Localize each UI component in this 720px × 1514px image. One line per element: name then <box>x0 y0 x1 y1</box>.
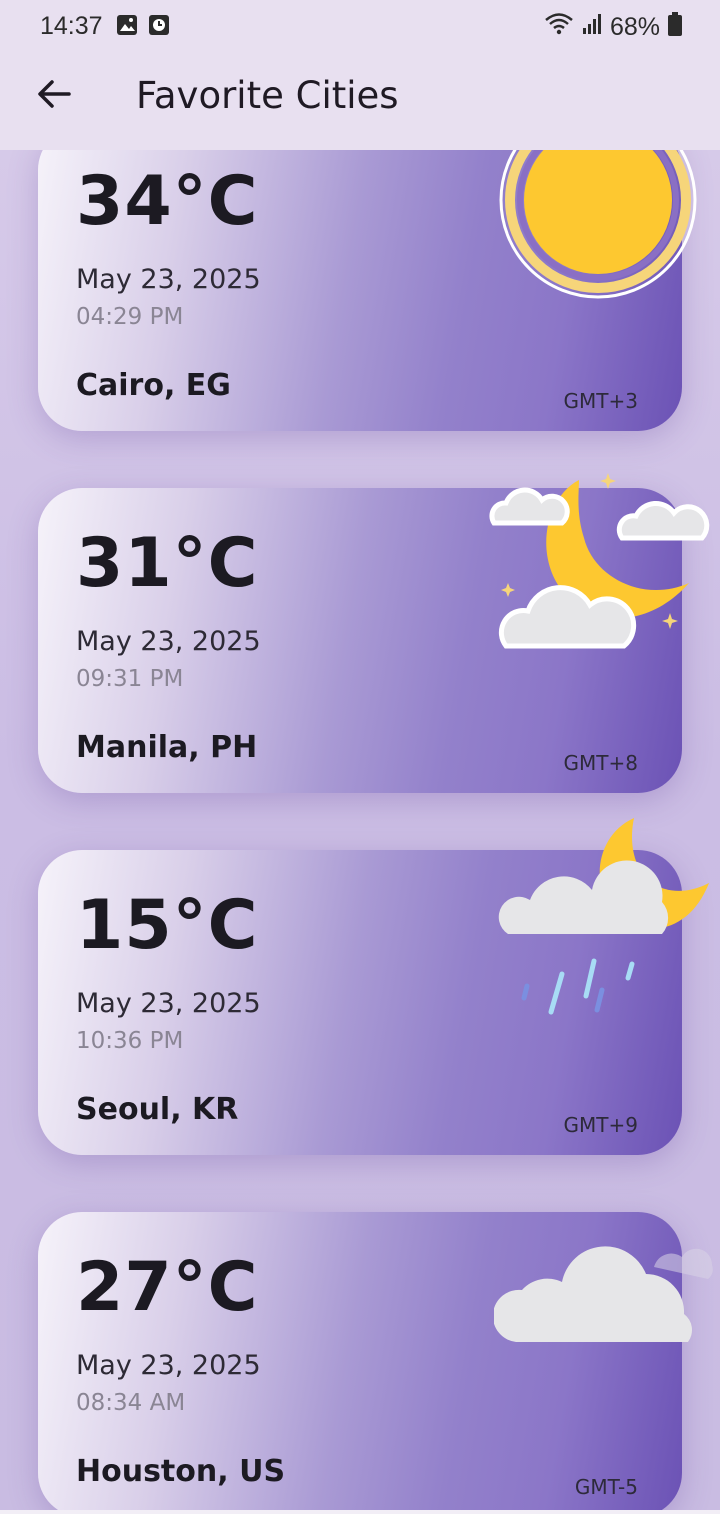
battery-icon <box>668 12 682 43</box>
battery-text: 68% <box>609 13 660 41</box>
city-list[interactable]: 34°C May 23, 2025 04:29 PM Cairo, EG GMT… <box>0 150 720 1514</box>
gmt-offset: GMT+3 <box>563 389 638 413</box>
back-button[interactable] <box>30 72 78 120</box>
moon-clouds-icon <box>484 468 714 678</box>
city-card[interactable]: 15°C May 23, 2025 10:36 PM Seoul, KR GMT… <box>38 818 709 1155</box>
temperature: 27°C <box>76 1248 259 1327</box>
date: May 23, 2025 <box>76 264 261 295</box>
gmt-offset: GMT+8 <box>563 751 638 775</box>
wifi-icon <box>544 12 574 43</box>
local-time: 09:31 PM <box>76 666 184 692</box>
city-name: Cairo, EG <box>76 368 231 403</box>
image-icon <box>116 14 138 41</box>
city-name: Seoul, KR <box>76 1092 239 1127</box>
clock-app-icon <box>148 14 170 41</box>
city-name: Manila, PH <box>76 730 258 765</box>
date: May 23, 2025 <box>76 1350 261 1381</box>
gmt-offset: GMT-5 <box>574 1475 638 1499</box>
local-time: 10:36 PM <box>76 1028 184 1054</box>
city-card[interactable]: 34°C May 23, 2025 04:29 PM Cairo, EG GMT… <box>38 150 697 431</box>
city-card[interactable]: 31°C May 23, 2025 09:31 PM Manila, PH GM… <box>38 473 710 793</box>
local-time: 04:29 PM <box>76 304 184 330</box>
gmt-offset: GMT+9 <box>563 1113 638 1137</box>
arrow-left-icon <box>37 79 71 114</box>
cloud-icon <box>492 1212 720 1357</box>
date: May 23, 2025 <box>76 988 261 1019</box>
city-card[interactable]: 27°C May 23, 2025 08:34 AM Houston, US G… <box>38 1212 713 1514</box>
page-title: Favorite Cities <box>136 74 399 117</box>
status-time: 14:37 <box>40 12 103 40</box>
bottom-edge <box>0 1510 720 1514</box>
sun-icon <box>498 150 698 305</box>
city-name: Houston, US <box>76 1454 286 1489</box>
temperature: 15°C <box>76 886 259 965</box>
temperature: 34°C <box>76 162 259 241</box>
date: May 23, 2025 <box>76 626 261 657</box>
moon-rain-icon <box>494 816 714 1061</box>
top-bar: 14:37 68% Favorite Cities <box>0 0 720 150</box>
status-bar: 14:37 68% <box>0 0 720 52</box>
temperature: 31°C <box>76 524 259 603</box>
signal-icon <box>582 13 602 42</box>
local-time: 08:34 AM <box>76 1390 186 1416</box>
